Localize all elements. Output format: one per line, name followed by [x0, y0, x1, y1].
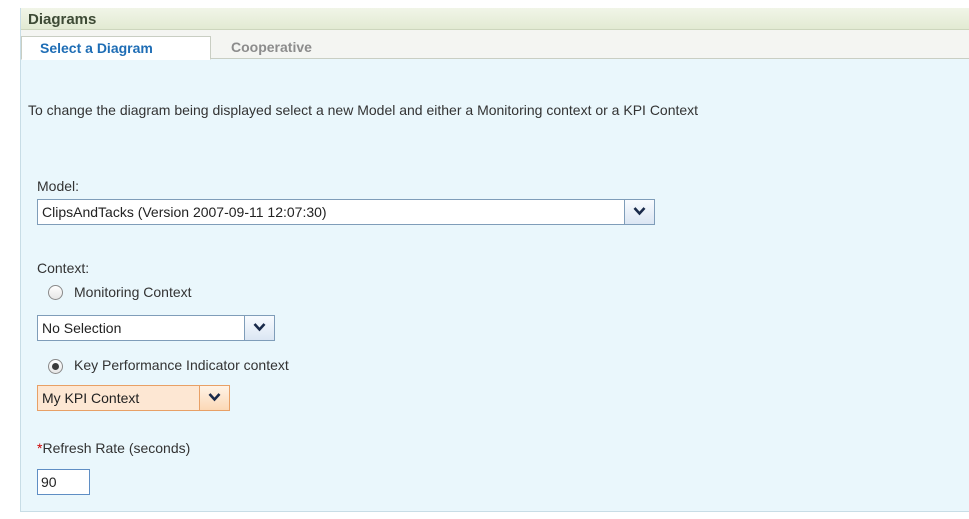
kpi-context-label: Key Performance Indicator context — [74, 357, 289, 373]
chevron-down-icon[interactable] — [244, 316, 274, 340]
kpi-context-radio[interactable] — [48, 359, 63, 374]
tab-bar: Select a Diagram Cooperative — [21, 30, 969, 60]
chevron-down-icon[interactable] — [624, 200, 654, 224]
kpi-context-value: My KPI Context — [42, 390, 140, 406]
monitoring-context-label: Monitoring Context — [74, 284, 192, 300]
model-select[interactable]: ClipsAndTacks (Version 2007-09-11 12:07:… — [37, 199, 655, 225]
refresh-rate-label-text: Refresh Rate (seconds) — [42, 440, 191, 456]
tab-content: To change the diagram being displayed se… — [21, 60, 969, 511]
tab-cooperative[interactable]: Cooperative — [213, 36, 330, 60]
model-select-value: ClipsAndTacks (Version 2007-09-11 12:07:… — [42, 204, 327, 220]
tab-select-a-diagram[interactable]: Select a Diagram — [21, 36, 211, 60]
monitoring-context-select[interactable]: No Selection — [37, 315, 275, 341]
radio-selected-dot — [52, 363, 59, 370]
portlet-title: Diagrams — [21, 8, 969, 30]
instructions-text: To change the diagram being displayed se… — [28, 102, 699, 118]
kpi-context-select[interactable]: My KPI Context — [37, 385, 230, 411]
refresh-rate-input[interactable]: 90 — [37, 469, 90, 495]
refresh-rate-label: *Refresh Rate (seconds) — [37, 440, 190, 456]
context-label: Context: — [37, 260, 90, 276]
model-label: Model: — [37, 178, 80, 194]
diagrams-portlet: Diagrams Select a Diagram Cooperative To… — [20, 8, 969, 512]
monitoring-context-radio[interactable] — [48, 285, 63, 300]
monitoring-context-value: No Selection — [42, 320, 122, 336]
chevron-down-icon[interactable] — [199, 386, 229, 410]
